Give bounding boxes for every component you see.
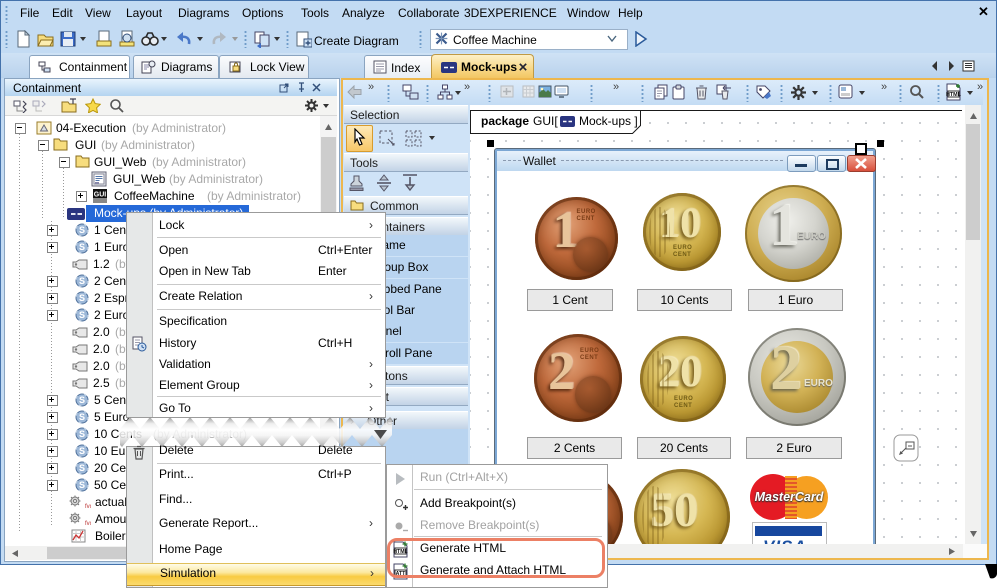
- svg-text:fvo: fvo: [85, 521, 91, 526]
- svg-text:HTML: HTML: [946, 92, 962, 98]
- svg-text:S: S: [79, 463, 85, 473]
- svg-text:S: S: [79, 276, 85, 286]
- svg-text:S: S: [79, 395, 85, 405]
- svg-text:S: S: [79, 446, 85, 456]
- svg-text:S: S: [79, 242, 85, 252]
- svg-text:fvo: fvo: [85, 504, 91, 509]
- svg-text:S: S: [79, 412, 85, 422]
- svg-text:S: S: [79, 429, 85, 439]
- svg-text:S: S: [79, 293, 85, 303]
- svg-text:GUI: GUI: [94, 192, 107, 199]
- svg-text:S: S: [79, 310, 85, 320]
- svg-text:S: S: [79, 480, 85, 490]
- svg-text:S: S: [79, 225, 85, 235]
